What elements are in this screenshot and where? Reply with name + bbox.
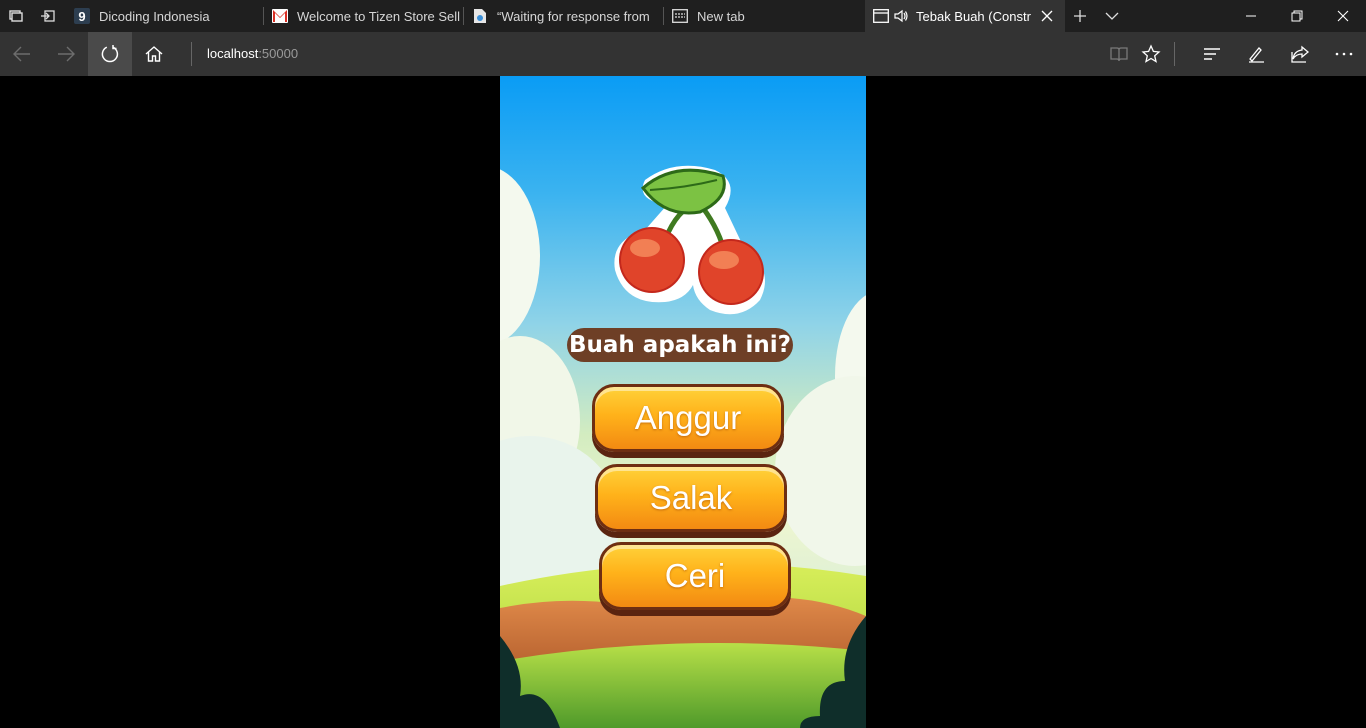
tab-preview-button[interactable]: [1096, 0, 1128, 32]
plus-icon: [1074, 10, 1086, 22]
tab-title: Welcome to Tizen Store Sell: [297, 8, 461, 24]
question-label: Buah apakah ini?: [567, 328, 793, 362]
arrow-right-icon: [58, 46, 75, 62]
share-button[interactable]: [1278, 32, 1322, 76]
tab-title: New tab: [697, 8, 745, 24]
tab-tebak-buah[interactable]: Tebak Buah (Constr: [865, 0, 1065, 32]
answer-label: Anggur: [634, 399, 742, 436]
hub-icon: [1204, 48, 1220, 60]
game-canvas: Buah apakah ini? Anggur Salak Ceri: [500, 76, 866, 728]
forward-button[interactable]: [44, 32, 88, 76]
share-icon: [1291, 45, 1310, 63]
new-tab-icon: [672, 8, 688, 24]
pen-icon: [1249, 47, 1264, 63]
address-bar: localhost:50000: [0, 32, 1366, 76]
tab-title: Dicoding Indonesia: [99, 8, 210, 24]
set-tabs-aside-button[interactable]: [32, 0, 64, 32]
answer-label: Salak: [649, 479, 733, 516]
close-window-button[interactable]: [1320, 0, 1366, 32]
set-aside-icon: [41, 10, 55, 22]
minimize-icon: [1246, 15, 1256, 17]
more-button[interactable]: [1322, 32, 1366, 76]
svg-text:9: 9: [78, 9, 85, 24]
minimize-button[interactable]: [1228, 0, 1274, 32]
cherry-icon: [614, 165, 765, 315]
ellipsis-icon: [1335, 52, 1353, 56]
answer-button-anggur[interactable]: Anggur: [592, 384, 784, 452]
audio-playing-icon[interactable]: [893, 8, 909, 24]
tab-title: Tebak Buah (Constr: [916, 8, 1031, 24]
new-tab-button[interactable]: [1064, 0, 1096, 32]
dicoding-icon: 9: [74, 8, 90, 24]
refresh-button[interactable]: [88, 32, 132, 76]
home-button[interactable]: [132, 32, 176, 76]
tab-dicoding[interactable]: 9 Dicoding Indonesia: [66, 0, 264, 32]
close-tab-icon[interactable]: [1039, 8, 1055, 24]
tab-new-tab[interactable]: New tab: [664, 0, 864, 32]
answer-button-ceri[interactable]: Ceri: [599, 542, 791, 610]
tabs-aside-icon: [9, 10, 23, 22]
back-button[interactable]: [0, 32, 44, 76]
restore-icon: [1291, 10, 1303, 22]
tab-title: “Waiting for response from: [497, 8, 650, 24]
page-icon: [873, 8, 889, 24]
book-icon: [1110, 47, 1128, 62]
tab-gmail[interactable]: Welcome to Tizen Store Sell: [264, 0, 464, 32]
url-host: localhost: [207, 46, 259, 61]
arrow-left-icon: [13, 46, 30, 62]
tizen-doc-icon: [472, 8, 488, 24]
tab-strip: 9 Dicoding Indonesia Welcome to Tizen St…: [0, 0, 1366, 32]
tab-actions-button[interactable]: [0, 0, 32, 32]
url-port: :50000: [258, 46, 299, 61]
close-icon: [1337, 10, 1349, 22]
web-note-button[interactable]: [1234, 32, 1278, 76]
restore-button[interactable]: [1274, 0, 1320, 32]
tab-waiting[interactable]: “Waiting for response from: [464, 0, 664, 32]
hub-button[interactable]: [1190, 32, 1234, 76]
favorite-button[interactable]: [1129, 32, 1173, 76]
home-icon: [145, 46, 163, 62]
refresh-icon: [101, 45, 119, 63]
chevron-down-icon: [1105, 12, 1119, 20]
answer-button-salak[interactable]: Salak: [595, 464, 787, 532]
answer-label: Ceri: [664, 557, 726, 594]
star-icon: [1141, 44, 1161, 63]
url-field[interactable]: localhost:50000: [207, 46, 298, 61]
gmail-icon: [272, 8, 288, 24]
